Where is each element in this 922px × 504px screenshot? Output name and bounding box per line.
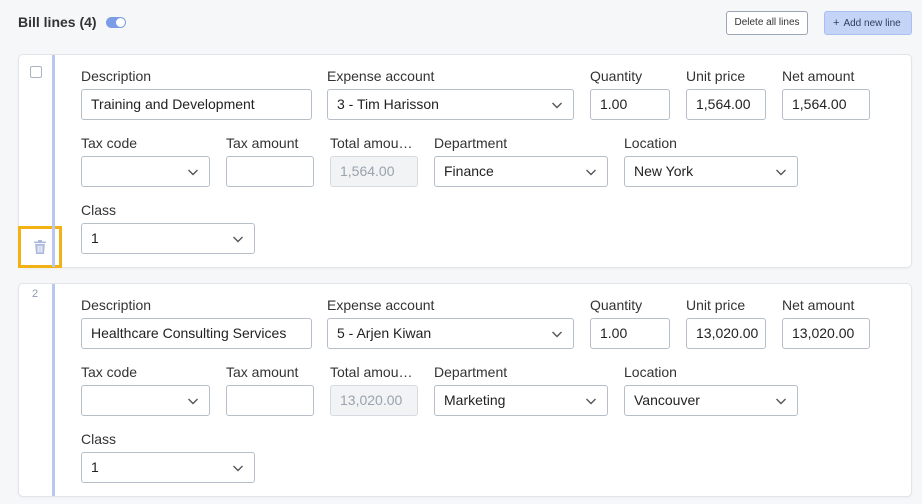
net-amount-input[interactable]: 1,564.00 <box>782 89 870 120</box>
class-select[interactable]: 1 <box>81 223 255 254</box>
location-label: Location <box>624 364 677 380</box>
total-amount-input: 13,020.00 <box>330 385 418 416</box>
line-number: 2 <box>32 288 39 300</box>
chevron-down-icon <box>586 398 596 405</box>
line-fields: Description Training and Development Exp… <box>55 55 911 267</box>
tax-amount-input[interactable] <box>226 385 314 416</box>
department-label: Department <box>434 135 508 151</box>
tax-code-select[interactable] <box>81 156 210 187</box>
line-gutter <box>18 55 62 268</box>
location-select[interactable]: Vancouver <box>624 385 798 416</box>
chevron-down-icon <box>552 102 562 109</box>
location-label: Location <box>624 135 677 151</box>
class-value: 1 <box>91 230 99 246</box>
chevron-down-icon <box>233 465 243 472</box>
bill-line-card-2: 2 Description Healthcare Consulting Serv… <box>18 283 912 497</box>
description-label: Description <box>81 297 152 313</box>
expense-account-value: 3 - Tim Harisson <box>337 96 439 112</box>
total-amount-label: Total amou… <box>330 135 413 151</box>
add-new-line-button[interactable]: + Add new line <box>824 11 912 35</box>
chevron-down-icon <box>552 331 562 338</box>
total-amount-label: Total amou… <box>330 364 413 380</box>
description-input[interactable]: Training and Development <box>81 89 312 120</box>
line-fields: Description Healthcare Consulting Servic… <box>55 284 911 496</box>
plus-icon: + <box>833 17 840 29</box>
tax-code-label: Tax code <box>81 135 138 151</box>
chevron-down-icon <box>233 236 243 243</box>
toggle-knob <box>116 18 125 27</box>
tax-code-select[interactable] <box>81 385 210 416</box>
delete-all-lines-button[interactable]: Delete all lines <box>726 11 808 35</box>
description-label: Description <box>81 68 152 84</box>
chevron-down-icon <box>188 169 198 176</box>
add-new-line-label: Add new line <box>843 18 901 29</box>
class-value: 1 <box>91 459 99 475</box>
net-amount-label: Net amount <box>782 297 855 313</box>
location-value: Vancouver <box>634 392 700 408</box>
department-value: Marketing <box>444 392 506 408</box>
unit-price-input[interactable]: 1,564.00 <box>686 89 766 120</box>
trash-icon[interactable] <box>32 239 48 255</box>
tax-amount-label: Tax amount <box>226 135 299 151</box>
bill-lines-header: Bill lines (4) Delete all lines + Add new… <box>0 0 922 48</box>
bill-lines-title: Bill lines (4) <box>18 14 97 30</box>
quantity-input[interactable]: 1.00 <box>590 89 670 120</box>
class-select[interactable]: 1 <box>81 452 255 483</box>
department-value: Finance <box>444 163 494 179</box>
expense-account-select[interactable]: 3 - Tim Harisson <box>327 89 574 120</box>
chevron-down-icon <box>776 169 786 176</box>
bill-line-card-1: Description Training and Development Exp… <box>18 54 912 268</box>
total-amount-input: 1,564.00 <box>330 156 418 187</box>
net-amount-label: Net amount <box>782 68 855 84</box>
description-input[interactable]: Healthcare Consulting Services <box>81 318 312 349</box>
line-gutter: 2 <box>19 284 53 496</box>
tax-amount-label: Tax amount <box>226 364 299 380</box>
location-value: New York <box>634 163 694 179</box>
chevron-down-icon <box>776 398 786 405</box>
expense-account-label: Expense account <box>327 297 435 313</box>
expense-account-select[interactable]: 5 - Arjen Kiwan <box>327 318 574 349</box>
quantity-label: Quantity <box>590 297 643 313</box>
quantity-input[interactable]: 1.00 <box>590 318 670 349</box>
department-label: Department <box>434 364 508 380</box>
location-select[interactable]: New York <box>624 156 798 187</box>
class-label: Class <box>81 202 117 218</box>
expense-account-label: Expense account <box>327 68 435 84</box>
unit-price-input[interactable]: 13,020.00 <box>686 318 766 349</box>
unit-price-label: Unit price <box>686 68 746 84</box>
expense-account-value: 5 - Arjen Kiwan <box>337 325 432 341</box>
tax-code-label: Tax code <box>81 364 138 380</box>
class-label: Class <box>81 431 117 447</box>
chevron-down-icon <box>586 169 596 176</box>
unit-price-label: Unit price <box>686 297 746 313</box>
bill-lines-toggle[interactable] <box>106 17 126 28</box>
quantity-label: Quantity <box>590 68 643 84</box>
department-select[interactable]: Marketing <box>434 385 608 416</box>
department-select[interactable]: Finance <box>434 156 608 187</box>
line-select-checkbox[interactable] <box>30 66 42 78</box>
net-amount-input[interactable]: 13,020.00 <box>782 318 870 349</box>
chevron-down-icon <box>188 398 198 405</box>
tax-amount-input[interactable] <box>226 156 314 187</box>
